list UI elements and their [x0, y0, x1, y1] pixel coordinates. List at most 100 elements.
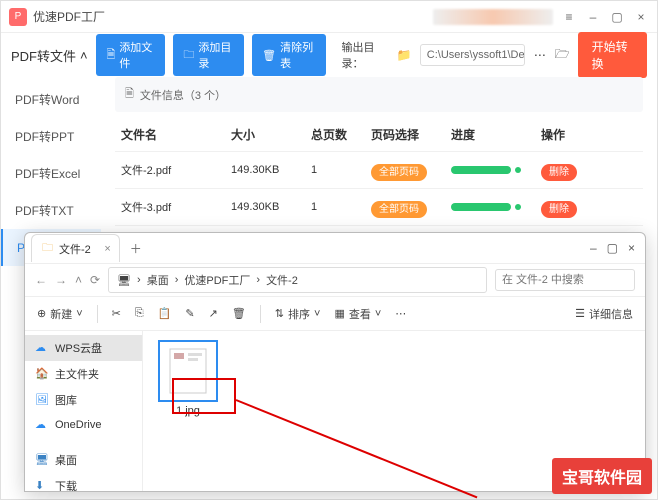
file-name-label: 1.jpg — [159, 405, 217, 417]
divider — [260, 305, 261, 323]
col-pages: 总页数 — [311, 126, 371, 143]
cell-size: 149.30KB — [231, 201, 311, 213]
user-region-blurred — [433, 9, 553, 25]
col-progress: 进度 — [451, 126, 541, 143]
output-dir-label: 输出目录： — [342, 39, 389, 71]
desktop-icon: 🖥 — [35, 453, 49, 467]
sidebar-item-word[interactable]: PDF转Word — [1, 81, 101, 118]
more-icon[interactable]: ⋯ — [395, 307, 406, 320]
file-explorer-window: 🗀 文件-2 × ＋ – ▢ × ← → ˄ ⟳ 🖥 › 桌面 › 优速PDF工… — [24, 232, 646, 492]
add-folder-button[interactable]: 🗀 添加目录 — [173, 34, 244, 76]
cloud-icon: ☁ — [35, 341, 49, 355]
nav-up-button[interactable]: ˄ — [75, 273, 82, 287]
titlebar: P 优速PDF工厂 ≡ – ▢ × — [1, 1, 657, 33]
folder-open-icon[interactable]: 📁 — [397, 47, 412, 63]
nav-back-button[interactable]: ← — [35, 273, 47, 287]
nav-refresh-button[interactable]: ⟳ — [90, 273, 100, 287]
page-select-button[interactable]: 全部页码 — [371, 201, 427, 218]
rename-icon[interactable]: ✎ — [185, 307, 194, 320]
delete-button[interactable]: 删除 — [541, 201, 577, 218]
folder-icon: 🗀 — [183, 46, 194, 65]
explorer-tab[interactable]: 🗀 文件-2 × — [31, 234, 120, 262]
explorer-close-button[interactable]: × — [628, 241, 635, 255]
chevron-down-icon: ˅ — [375, 308, 381, 320]
plus-circle-icon: ⊕ — [37, 307, 46, 320]
explorer-minimize-button[interactable]: – — [590, 241, 597, 255]
explorer-address-bar: ← → ˄ ⟳ 🖥 › 桌面 › 优速PDF工厂 › 文件-2 — [25, 263, 645, 297]
explorer-toolbar: ⊕ 新建 ˅ ✂ ⎘ 📋 ✎ ↗ 🗑 ⇅ 排序 ˅ ▦ 查看 ˅ ⋯ ☰ 详细信… — [25, 297, 645, 331]
delete-button[interactable]: 删除 — [541, 164, 577, 181]
menu-button[interactable]: ≡ — [561, 9, 577, 25]
view-icon: ▦ — [334, 307, 344, 320]
sidebar-item-txt[interactable]: PDF转TXT — [1, 192, 101, 229]
gallery-icon: 🖼 — [35, 393, 49, 407]
view-button[interactable]: ▦ 查看 ˅ — [334, 306, 381, 322]
folder-icon: 🗀 — [42, 239, 53, 258]
crumb-item[interactable]: 优速PDF工厂 — [184, 272, 250, 288]
nav-forward-button[interactable]: → — [55, 273, 67, 287]
home-icon: 🏠 — [35, 367, 49, 381]
output-path-input[interactable]: C:\Users\yssoft1\Deskt — [420, 44, 525, 66]
file-item[interactable]: 1.jpg — [159, 341, 217, 417]
chevron-down-icon: ˅ — [314, 308, 320, 320]
divider — [97, 305, 98, 323]
sort-button[interactable]: ⇅ 排序 ˅ — [275, 306, 321, 322]
share-icon[interactable]: ↗ — [209, 307, 218, 320]
explorer-titlebar: 🗀 文件-2 × ＋ – ▢ × — [25, 233, 645, 263]
cell-filename: 文件-2.pdf — [121, 162, 231, 178]
delete-icon[interactable]: 🗑 — [232, 307, 246, 320]
app-logo-icon: P — [9, 8, 27, 26]
progress-dot-icon — [515, 167, 521, 173]
copy-icon[interactable]: ⎘ — [135, 307, 144, 320]
breadcrumb[interactable]: 🖥 › 桌面 › 优速PDF工厂 › 文件-2 — [108, 267, 487, 293]
trash-icon: 🗑 — [262, 49, 276, 62]
start-convert-button[interactable]: 开始转换 — [578, 32, 647, 78]
page-select-button[interactable]: 全部页码 — [371, 164, 427, 181]
browse-folder-icon[interactable]: 🗁 — [555, 47, 570, 63]
more-icon[interactable]: ⋯ — [533, 47, 547, 63]
side-home[interactable]: 🏠主文件夹 — [25, 361, 142, 387]
tab-close-icon[interactable]: × — [104, 243, 110, 255]
sidebar-item-excel[interactable]: PDF转Excel — [1, 155, 101, 192]
col-name: 文件名 — [121, 126, 231, 143]
home-icon: 🖥 — [117, 274, 131, 287]
crumb-item[interactable]: 桌面 — [147, 272, 169, 288]
details-button[interactable]: ☰ 详细信息 — [575, 306, 633, 322]
paste-icon[interactable]: 📋 — [158, 307, 172, 320]
table-header: 文件名 大小 总页数 页码选择 进度 操作 — [115, 118, 643, 151]
progress-bar — [451, 203, 511, 211]
col-select: 页码选择 — [371, 126, 451, 143]
thumbnail-preview-icon — [168, 347, 208, 395]
table-row: 文件-2.pdf 149.30KB 1 全部页码 删除 — [115, 151, 643, 188]
add-file-button[interactable]: 🗎 添加文件 — [96, 34, 165, 76]
side-downloads[interactable]: ⬇下载 — [25, 473, 142, 491]
details-icon: ☰ — [575, 307, 585, 320]
progress-dot-icon — [515, 204, 521, 210]
clear-list-button[interactable]: 🗑 清除列表 — [252, 34, 325, 76]
close-button[interactable]: × — [633, 9, 649, 25]
chevron-up-icon: ˄ — [80, 48, 88, 63]
new-tab-button[interactable]: ＋ — [130, 240, 142, 257]
minimize-button[interactable]: – — [585, 9, 601, 25]
explorer-search-input[interactable] — [495, 269, 635, 291]
side-gallery[interactable]: 🖼图库 — [25, 387, 142, 413]
crumb-item[interactable]: 文件-2 — [266, 272, 298, 288]
side-desktop[interactable]: 🖥桌面 — [25, 447, 142, 473]
explorer-maximize-button[interactable]: ▢ — [607, 241, 618, 255]
side-wps[interactable]: ☁WPS云盘 — [25, 335, 142, 361]
new-button[interactable]: ⊕ 新建 ˅ — [37, 306, 83, 322]
side-onedrive[interactable]: ☁OneDrive — [25, 413, 142, 437]
progress-bar — [451, 166, 511, 174]
chevron-down-icon: ˅ — [76, 308, 82, 320]
sidebar-item-ppt[interactable]: PDF转PPT — [1, 118, 101, 155]
explorer-sidebar: ☁WPS云盘 🏠主文件夹 🖼图库 ☁OneDrive 🖥桌面 ⬇下载 🗎文档 — [25, 331, 143, 491]
category-header[interactable]: PDF转文件 ˄ — [11, 46, 88, 65]
cut-icon[interactable]: ✂ — [112, 307, 121, 320]
toolbar: PDF转文件 ˄ 🗎 添加文件 🗀 添加目录 🗑 清除列表 输出目录： 📁 C:… — [1, 33, 657, 77]
maximize-button[interactable]: ▢ — [609, 9, 625, 25]
cell-pages: 1 — [311, 164, 371, 176]
col-size: 大小 — [231, 126, 311, 143]
table-row: 文件-3.pdf 149.30KB 1 全部页码 删除 — [115, 188, 643, 225]
document-icon: 🗎 — [125, 85, 134, 104]
app-title: 优速PDF工厂 — [33, 8, 105, 25]
